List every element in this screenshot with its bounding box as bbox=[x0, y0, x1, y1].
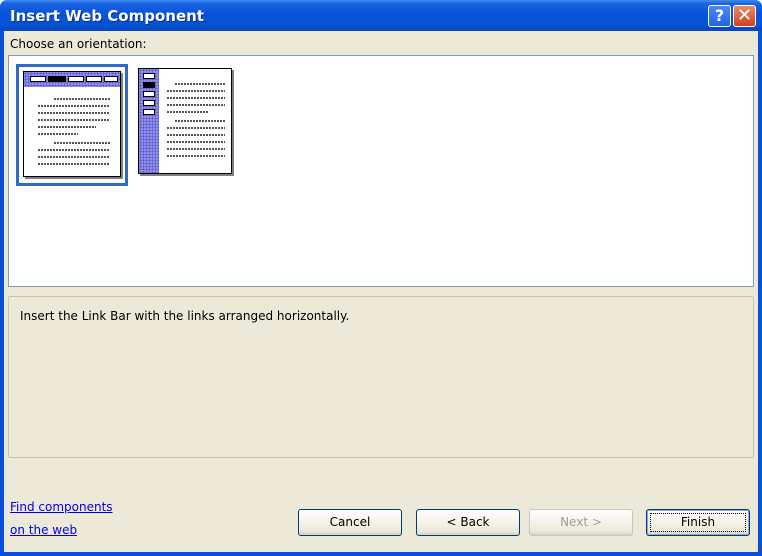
back-button[interactable]: < Back bbox=[416, 509, 520, 536]
find-components-link[interactable]: Find components bbox=[10, 500, 113, 514]
description-text: Insert the Link Bar with the links arran… bbox=[20, 309, 350, 323]
title-bar[interactable]: Insert Web Component ? ✕ bbox=[0, 0, 762, 31]
horizontal-layout-icon bbox=[23, 71, 121, 177]
next-button[interactable]: Next > bbox=[529, 509, 633, 536]
help-button[interactable]: ? bbox=[708, 5, 731, 27]
find-components-link-line2[interactable]: on the web bbox=[10, 523, 77, 537]
dialog-window: Insert Web Component ? ✕ Choose an orien… bbox=[0, 0, 762, 556]
dialog-body: Choose an orientation: Insert the Link B… bbox=[4, 31, 758, 552]
link-bar-strip bbox=[139, 69, 159, 173]
vertical-layout-icon bbox=[138, 68, 232, 174]
close-button[interactable]: ✕ bbox=[733, 5, 756, 27]
description-panel: Insert the Link Bar with the links arran… bbox=[8, 296, 754, 458]
window-title: Insert Web Component bbox=[10, 7, 204, 25]
cancel-button[interactable]: Cancel bbox=[298, 509, 402, 536]
orientation-option-vertical[interactable] bbox=[134, 64, 246, 186]
orientation-option-horizontal[interactable] bbox=[16, 64, 128, 186]
orientation-list bbox=[8, 55, 754, 287]
orientation-label: Choose an orientation: bbox=[10, 37, 147, 51]
finish-button[interactable]: Finish bbox=[646, 509, 750, 536]
link-bar-strip bbox=[24, 72, 120, 87]
focus-rect bbox=[650, 513, 746, 532]
